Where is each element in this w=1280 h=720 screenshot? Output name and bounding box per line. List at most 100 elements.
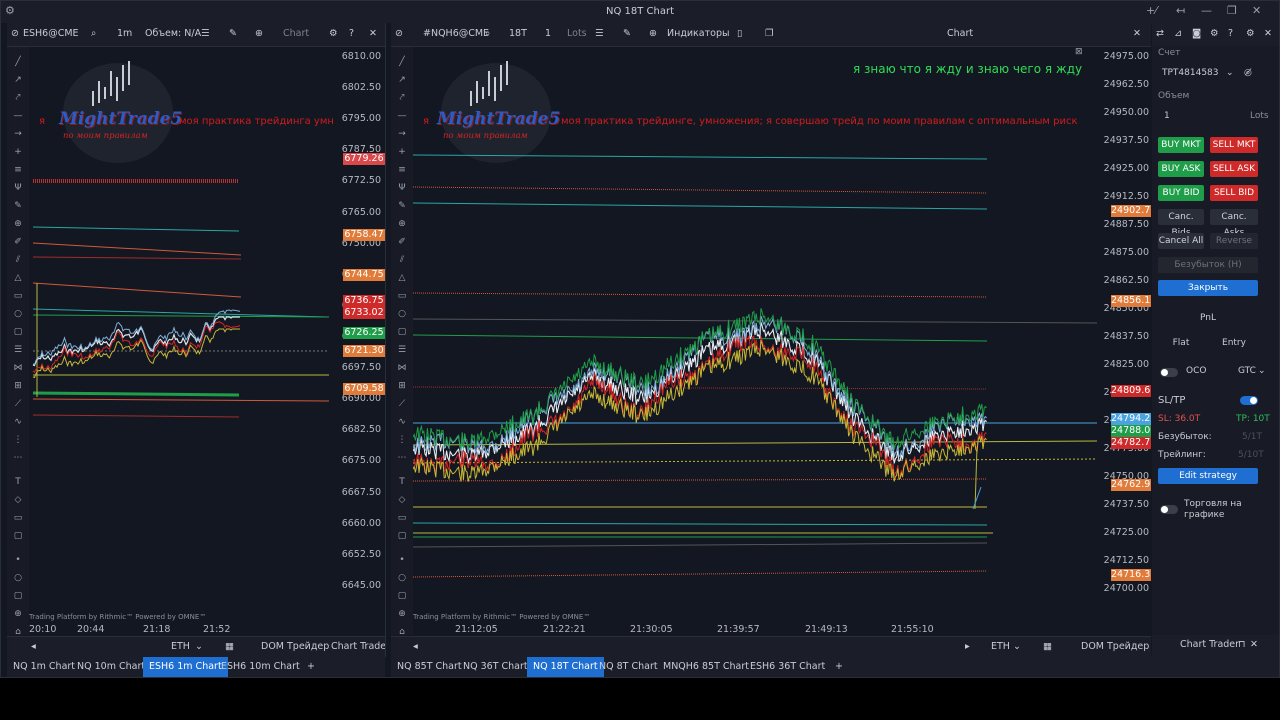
r-brush-tool-icon[interactable]: ✎ (397, 201, 407, 211)
cancel-all-button[interactable]: Cancel All (1158, 233, 1204, 249)
r-grid-tool-icon[interactable]: ⋯ (397, 453, 407, 463)
channel-tool-icon[interactable]: ⫽ (13, 255, 23, 265)
flat-label[interactable]: Flat (1158, 335, 1204, 351)
right-indicators-button[interactable]: Индикаторы (667, 28, 730, 39)
levels-tool-icon[interactable]: ☰ (13, 345, 23, 355)
trader-close-icon[interactable]: ✕ (1264, 28, 1272, 39)
lock-icon[interactable]: ⊓ (1238, 639, 1245, 650)
right-price-axis[interactable]: 24975.00 24962.50 24950.00 24937.50 24925.00… (1097, 47, 1151, 623)
r-zoom-tool-icon[interactable]: ⊕ (397, 219, 407, 229)
r-scroll-left-icon[interactable]: ◂ (413, 641, 418, 652)
gtc-chevron-icon[interactable]: ⌄ (1258, 366, 1266, 376)
r-arrow-right-tool-icon[interactable]: → (397, 129, 407, 139)
maximize-icon[interactable]: ❐ (1227, 4, 1237, 17)
right-draw-icon[interactable]: ✎ (623, 28, 631, 39)
left-volume-label[interactable]: Объем: N/A (145, 28, 201, 39)
r-arrow-tool-icon[interactable]: ↗ (397, 75, 407, 85)
search-icon[interactable]: ⌕ (91, 28, 96, 39)
r-dot-tool-icon[interactable]: • (397, 555, 407, 565)
account-select[interactable]: TPT4814583 (1162, 68, 1219, 78)
r-crosshair-tool-icon[interactable]: + (397, 147, 407, 157)
left-add-tab-icon[interactable]: + (301, 657, 321, 677)
label-tool-icon[interactable]: ▢ (13, 531, 23, 541)
sell-bid-button[interactable]: SELL BID (1210, 185, 1258, 201)
triangle-tool-icon[interactable]: △ (13, 273, 23, 283)
r-text-tool-icon[interactable]: T (397, 477, 407, 487)
note-tool-icon[interactable]: ▭ (13, 513, 23, 523)
close-panel-icon[interactable]: ✕ (369, 28, 377, 39)
dash-tool-icon[interactable]: ⋮ (13, 435, 23, 445)
left-chart-trader-button[interactable]: Chart Trader (331, 641, 385, 652)
right-tab[interactable]: MNQH6 85T Chart (657, 657, 755, 677)
buy-ask-button[interactable]: BUY ASK (1158, 161, 1204, 177)
account-chevron-icon[interactable]: ⌄ (1226, 68, 1234, 78)
right-symbol[interactable]: #NQH6@CME (423, 28, 489, 39)
right-time-axis[interactable]: 21:12:05 21:22:21 21:30:05 21:39:57 21:49:13… (413, 624, 1097, 636)
brush-tool-icon[interactable]: ✎ (13, 201, 23, 211)
right-search-icon[interactable]: ⌕ (485, 28, 490, 39)
right-add-tab-icon[interactable]: + (829, 657, 849, 677)
help-icon[interactable]: ? (349, 28, 354, 39)
reverse-button[interactable]: Reverse (1210, 233, 1258, 249)
measure-tool-icon[interactable]: ⊞ (13, 381, 23, 391)
chart-trader-close-icon[interactable]: ✕ (1250, 639, 1258, 650)
right-chart-trader-button[interactable]: Chart Trader (1180, 639, 1239, 650)
left-session[interactable]: ETH (171, 641, 190, 652)
entry-label[interactable]: Entry (1210, 335, 1258, 351)
dot-tool-icon[interactable]: • (13, 555, 23, 565)
sl-value[interactable]: SL: 36.0T (1158, 414, 1200, 424)
sync-icon[interactable]: ⇄ (1156, 28, 1164, 39)
r-channel-tool-icon[interactable]: ⫽ (397, 255, 407, 265)
left-timeframe[interactable]: 1m (117, 28, 132, 39)
qty-input[interactable]: 1 (1164, 111, 1170, 121)
r-circle-tool-icon[interactable]: ○ (397, 309, 407, 319)
r-wave-tool-icon[interactable]: ∿ (397, 417, 407, 427)
arrow-right-tool-icon[interactable]: → (13, 129, 23, 139)
hide-eye-icon[interactable]: ◎̸ (1244, 68, 1252, 78)
path-tool-icon[interactable]: ⟋ (13, 399, 23, 409)
edit-strategy-button[interactable]: Edit strategy (1158, 468, 1258, 484)
buy-bid-button[interactable]: BUY BID (1158, 185, 1204, 201)
r-line-tool-icon[interactable]: ╱ (397, 57, 407, 67)
right-tab[interactable]: NQ 36T Chart (457, 657, 534, 677)
right-close-panel-icon[interactable]: ✕ (1133, 28, 1141, 39)
r-session-chevron-icon[interactable]: ⌄ (1013, 641, 1021, 652)
circle-tool-icon[interactable]: ○ (13, 309, 23, 319)
left-price-axis[interactable]: 6810.00 6802.50 6795.00 6787.50 6772.50 6765.… (329, 47, 385, 623)
right-zoom-icon[interactable]: ⊕ (649, 28, 657, 39)
right-price-chart[interactable] (413, 47, 1097, 617)
left-time-axis[interactable]: 20:10 20:44 21:18 21:52 (29, 624, 329, 636)
sltp-toggle[interactable] (1240, 396, 1258, 405)
minimize-icon[interactable]: — (1201, 4, 1212, 17)
magnet-tool-icon[interactable]: ⊕ (13, 609, 23, 619)
buy-mkt-button[interactable]: BUY MKT (1158, 137, 1204, 153)
r-scroll-right-icon[interactable]: ▸ (965, 641, 970, 652)
r-path-tool-icon[interactable]: ⟋ (397, 399, 407, 409)
new-window-icon[interactable]: +⁄ (1146, 4, 1157, 17)
trailing-value[interactable]: 5/10T (1238, 450, 1264, 460)
r-pitchfork-tool-icon[interactable]: Ψ (397, 183, 407, 193)
r-measure-tool-icon[interactable]: ⊞ (397, 381, 407, 391)
r-dash-tool-icon[interactable]: ⋮ (397, 435, 407, 445)
ray-tool-icon[interactable]: ⤤ (13, 93, 23, 103)
line-tool-icon[interactable]: ╱ (13, 57, 23, 67)
zoom-icon[interactable]: ⊕ (255, 28, 263, 39)
r-rect-tool-icon[interactable]: ▭ (397, 291, 407, 301)
sell-mkt-button[interactable]: SELL MKT (1210, 137, 1258, 153)
cancel-asks-button[interactable]: Canc. Asks (1210, 209, 1258, 238)
text-tool-icon[interactable]: T (13, 477, 23, 487)
r-ray-tool-icon[interactable]: ⤤ (397, 93, 407, 103)
r-hline-tool-icon[interactable]: — (397, 111, 407, 121)
r-ring-tool-icon[interactable]: ○ (397, 573, 407, 583)
right-timeframe[interactable]: 18T (509, 28, 527, 39)
template-icon[interactable]: ▯ (737, 28, 742, 39)
right-list-icon[interactable]: ☰ (595, 28, 604, 39)
r-pencil-tool-icon[interactable]: ✐ (397, 237, 407, 247)
r-triangle-tool-icon[interactable]: △ (397, 273, 407, 283)
trade-on-chart-toggle[interactable] (1160, 505, 1178, 514)
left-tab[interactable]: ESH6 10m Chart (215, 657, 306, 677)
r-note-tool-icon[interactable]: ▭ (397, 513, 407, 523)
gtc-select[interactable]: GTC (1238, 366, 1256, 376)
r-tag-tool-icon[interactable]: ◇ (397, 495, 407, 505)
right-session[interactable]: ETH (991, 641, 1010, 652)
